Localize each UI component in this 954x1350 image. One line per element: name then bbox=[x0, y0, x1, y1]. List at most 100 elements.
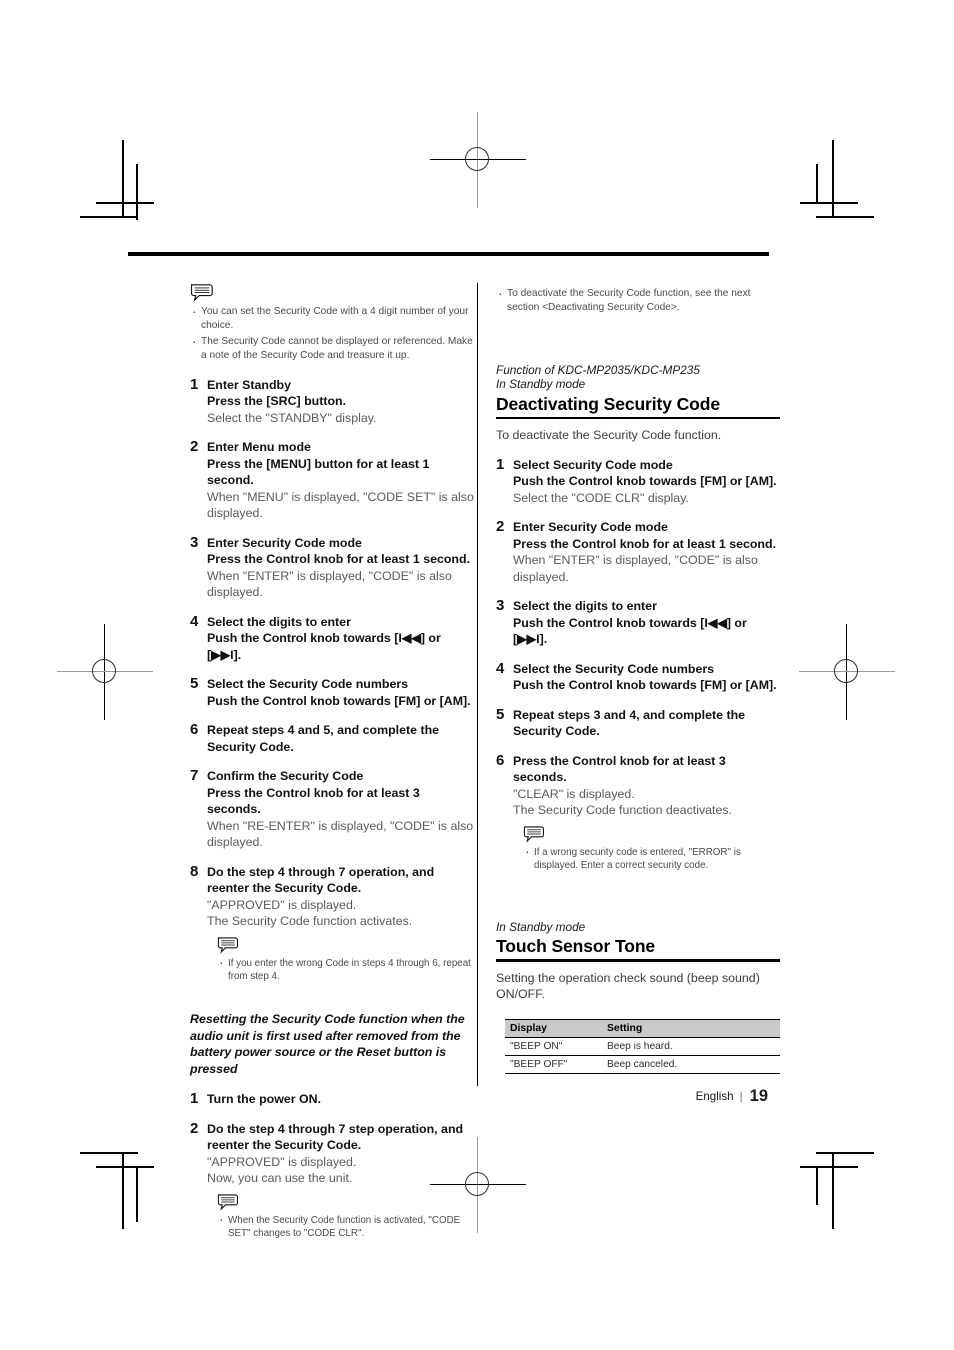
step-result: "APPROVED" is displayed. Now, you can us… bbox=[207, 1154, 357, 1186]
step-result: When "ENTER" is displayed, "CODE" is als… bbox=[207, 568, 452, 600]
cell-setting: Beep canceled. bbox=[602, 1055, 780, 1074]
note-block-step8: If you enter the wrong Code in steps 4 t… bbox=[207, 936, 474, 984]
note-bubble-icon bbox=[190, 284, 213, 302]
step-title: Select the digits to enter bbox=[513, 599, 657, 614]
step-result: When "ENTER" is displayed, "CODE" is als… bbox=[513, 553, 758, 584]
step-number: 2 bbox=[190, 1119, 199, 1137]
registration-mark-top bbox=[430, 112, 526, 208]
footer-separator: | bbox=[739, 1090, 743, 1103]
column-header-display: Display bbox=[505, 1018, 602, 1038]
step-title: Press the Control knob for at least 3 se… bbox=[513, 753, 726, 785]
step-item: 4 Select the digits to enter Push the Co… bbox=[190, 612, 474, 664]
step-title: Do the step 4 through 7 step operation, … bbox=[207, 1121, 464, 1153]
step-result: When "RE-ENTER" is displayed, "CODE" is … bbox=[207, 818, 474, 850]
step-number: 7 bbox=[190, 767, 199, 785]
note-bullet: To deactivate the Security Code function… bbox=[496, 286, 780, 316]
step-action: Push the Control knob towards [FM] or [A… bbox=[207, 693, 471, 708]
step-number: 5 bbox=[190, 675, 199, 693]
step-action: Press the Control knob for at least 1 se… bbox=[207, 552, 471, 567]
note-block-deactivate: If a wrong security code is entered, "ER… bbox=[513, 825, 780, 873]
step-item: 3 Select the digits to enter Push the Co… bbox=[496, 597, 780, 648]
registration-mark-left bbox=[57, 624, 153, 720]
step-number: 5 bbox=[496, 705, 505, 723]
step-title: Select the digits to enter bbox=[207, 614, 351, 629]
step-number: 4 bbox=[190, 612, 199, 630]
step-item: 5 Select the Security Code numbers Push … bbox=[190, 675, 474, 709]
note-block-reset: When the Security Code function is activ… bbox=[207, 1193, 474, 1241]
step-item: 1 Select Security Code mode Push the Con… bbox=[496, 455, 780, 507]
section-rule bbox=[496, 959, 780, 962]
section-heading: Touch Sensor Tone bbox=[496, 936, 656, 957]
step-item: 1 Enter Standby Press the [SRC] button. … bbox=[190, 375, 474, 427]
deactivating-section: Function of KDC-MP2035/KDC-MP235 In Stan… bbox=[496, 363, 780, 873]
step-result: Select the "STANDBY" display. bbox=[207, 410, 377, 425]
step-action: Press the [SRC] button. bbox=[207, 394, 347, 409]
step-item: 4 Select the Security Code numbers Push … bbox=[496, 659, 780, 694]
step-result: "CLEAR" is displayed. The Security Code … bbox=[513, 786, 733, 818]
step-title: Turn the power ON. bbox=[207, 1092, 322, 1106]
note-bullet: If you enter the wrong Code in steps 4 t… bbox=[217, 956, 474, 984]
page-footer: English | 19 bbox=[496, 1087, 768, 1106]
column-header-setting: Setting bbox=[602, 1018, 780, 1038]
step-action: Press the Control knob for at least 1 se… bbox=[513, 536, 777, 551]
step-result: When "MENU" is displayed, "CODE SET" is … bbox=[207, 489, 474, 521]
step-number: 2 bbox=[496, 518, 505, 536]
step-item: 2 Enter Security Code mode Press the Con… bbox=[496, 518, 780, 585]
cell-display: "BEEP ON" bbox=[505, 1037, 602, 1056]
step-item: 3 Enter Security Code mode Press the Con… bbox=[190, 534, 474, 601]
step-item: 5 Repeat steps 3 and 4, and complete the… bbox=[496, 705, 780, 740]
step-item: 7 Confirm the Security Code Press the Co… bbox=[190, 767, 474, 851]
step-title: Enter Security Code mode bbox=[207, 535, 362, 550]
registration-mark-right bbox=[799, 624, 895, 720]
step-number: 6 bbox=[190, 721, 199, 739]
note-bullet: When the Security Code function is activ… bbox=[217, 1212, 474, 1241]
step-number: 1 bbox=[496, 455, 505, 473]
step-title: Repeat steps 4 and 5, and complete the S… bbox=[207, 723, 440, 754]
section-heading: Deactivating Security Code bbox=[496, 393, 720, 414]
step-item: 2 Enter Menu mode Press the [MENU] butto… bbox=[190, 438, 474, 522]
step-action: Push the Control knob towards [FM] or [A… bbox=[513, 678, 777, 693]
step-title: Confirm the Security Code bbox=[207, 769, 364, 784]
note-bubble-icon bbox=[523, 826, 544, 843]
table-row: "BEEP OFF" Beep canceled. bbox=[505, 1055, 780, 1074]
note-bullet-list: You can set the Security Code with a 4 d… bbox=[190, 304, 474, 364]
page-top-rule bbox=[128, 252, 769, 256]
reset-step-item: 2 Do the step 4 through 7 step operation… bbox=[190, 1119, 474, 1241]
step-number: 6 bbox=[496, 751, 505, 769]
step-action: Press the [MENU] button for at least 1 s… bbox=[207, 456, 430, 488]
step-item: 6 Press the Control knob for at least 3 … bbox=[496, 751, 780, 873]
step-title: Enter Standby bbox=[207, 377, 291, 392]
touch-sensor-section: In Standby mode Touch Sensor Tone Settin… bbox=[496, 920, 780, 1074]
step-number: 2 bbox=[190, 438, 199, 456]
section-intro: Setting the operation check sound (beep … bbox=[496, 970, 760, 1002]
note-block-top: You can set the Security Code with a 4 d… bbox=[190, 283, 474, 364]
step-action: Push the Control knob towards [I◀◀] or [… bbox=[513, 615, 747, 647]
note-bullet: You can set the Security Code with a 4 d… bbox=[190, 304, 474, 334]
step-number: 1 bbox=[190, 375, 199, 393]
reset-step-item: 1 Turn the power ON. bbox=[190, 1090, 474, 1108]
step-number: 3 bbox=[496, 597, 505, 615]
step-result: "APPROVED" is displayed. The Security Co… bbox=[207, 897, 413, 929]
cell-setting: Beep is heard. bbox=[602, 1037, 780, 1056]
step-number: 1 bbox=[190, 1090, 199, 1107]
step-number: 4 bbox=[496, 659, 505, 677]
cell-display: "BEEP OFF" bbox=[505, 1055, 602, 1074]
section-intro: To deactivate the Security Code function… bbox=[496, 428, 722, 443]
step-title: Enter Menu mode bbox=[207, 440, 311, 455]
page-number: 19 bbox=[749, 1087, 768, 1105]
step-action: Push the Control knob towards [FM] or [A… bbox=[513, 474, 777, 489]
note-bullet: The Security Code cannot be displayed or… bbox=[190, 334, 474, 364]
step-title: Select the Security Code numbers bbox=[513, 661, 715, 676]
table-row: "BEEP ON" Beep is heard. bbox=[505, 1037, 780, 1056]
note-bubble-icon bbox=[217, 937, 238, 954]
right-column: To deactivate the Security Code function… bbox=[496, 283, 780, 1074]
step-title: Do the step 4 through 7 operation, and r… bbox=[207, 864, 435, 896]
step-result: Select the "CODE CLR" display. bbox=[513, 490, 689, 505]
table-header-row: Display Setting bbox=[505, 1018, 780, 1038]
function-line: Function of KDC-MP2035/KDC-MP235 bbox=[496, 362, 700, 377]
mode-line: In Standby mode bbox=[496, 919, 586, 934]
footer-language: English bbox=[695, 1090, 734, 1103]
note-bullet: If a wrong security code is entered, "ER… bbox=[523, 845, 780, 873]
column-divider bbox=[477, 283, 479, 1086]
step-action: Push the Control knob towards [I◀◀] or [… bbox=[207, 631, 441, 662]
